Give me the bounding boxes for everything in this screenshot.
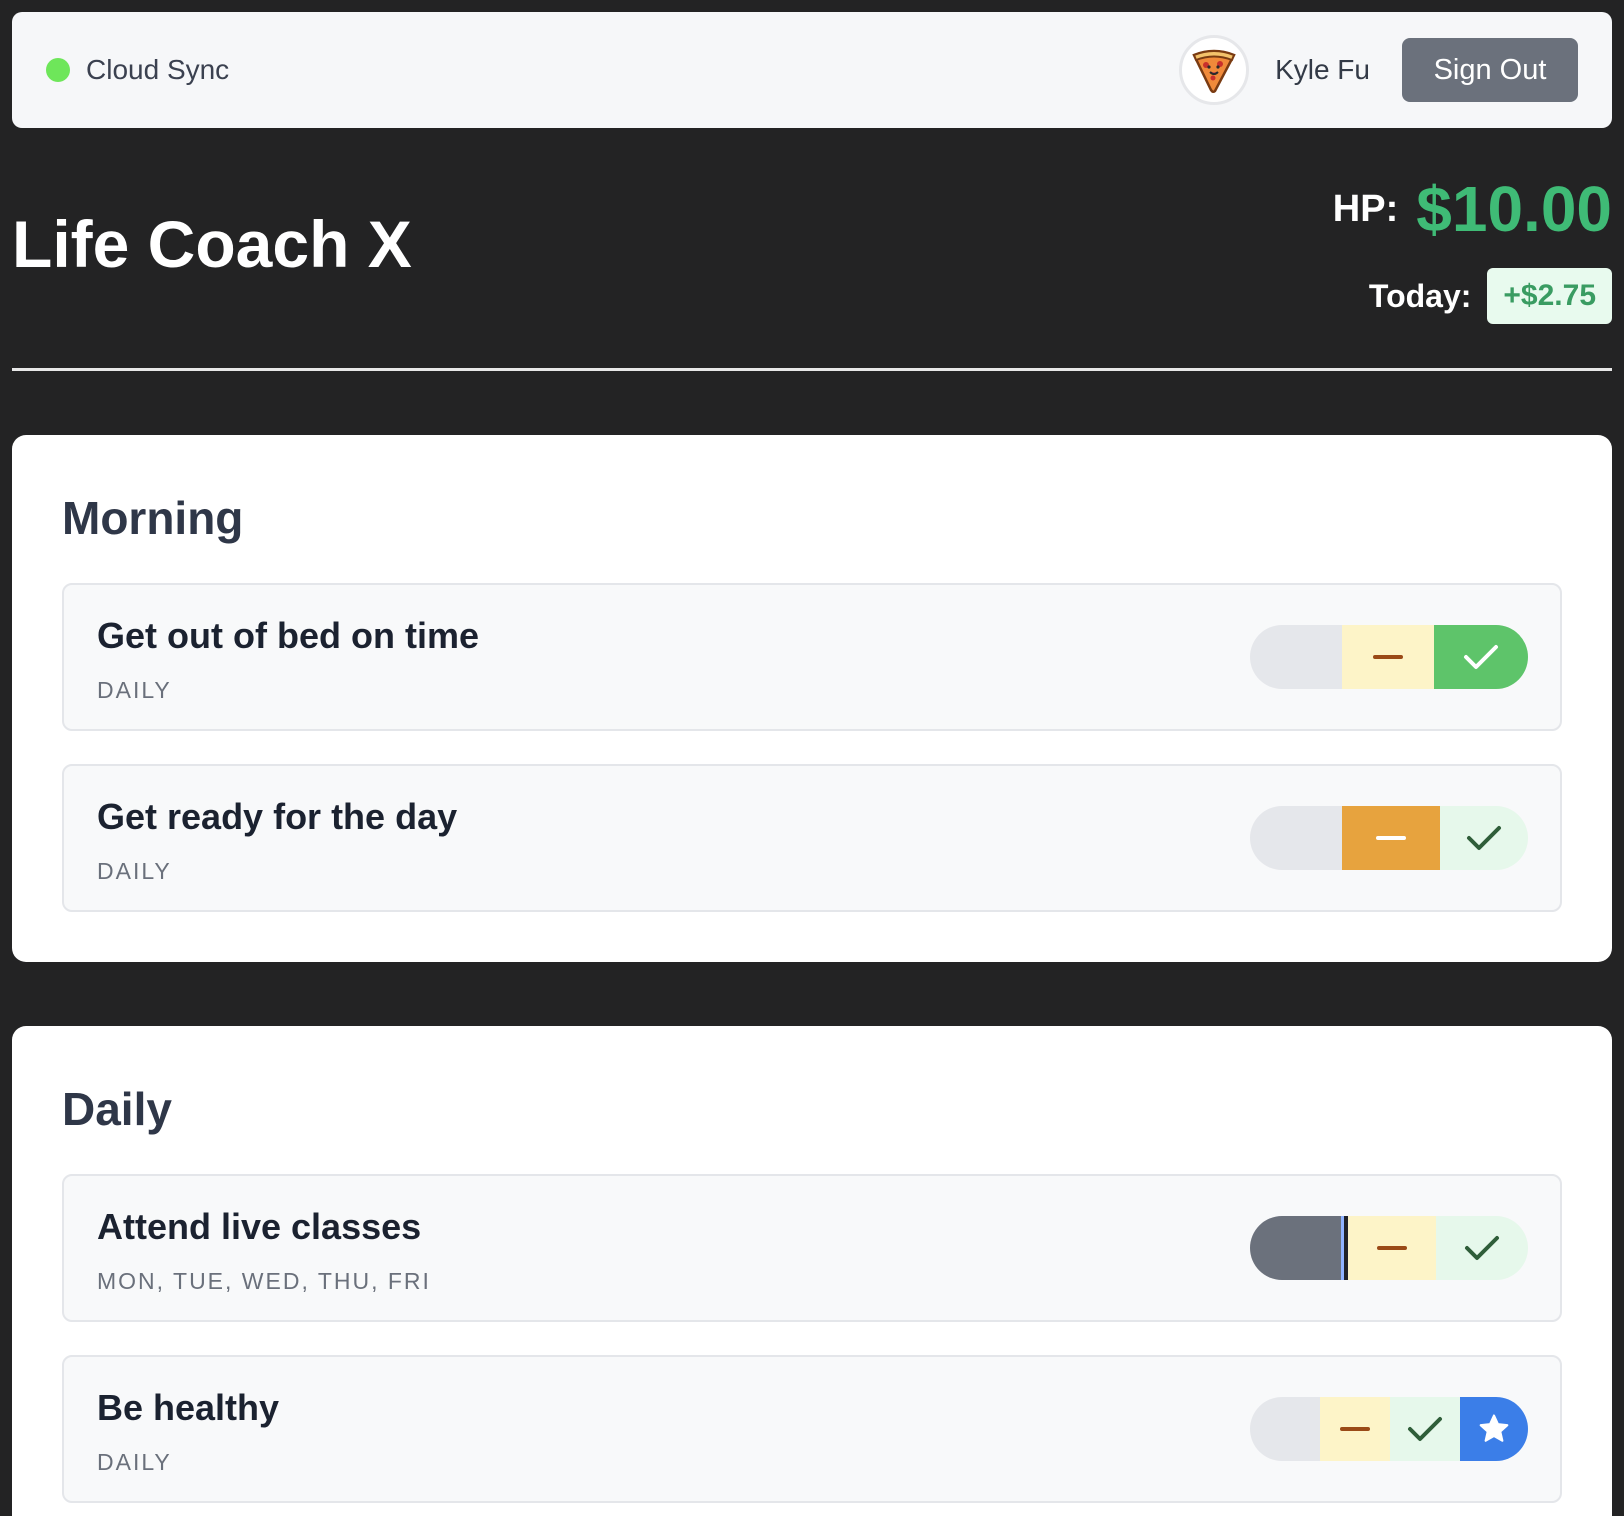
- cloud-sync-status: Cloud Sync: [46, 54, 229, 86]
- minus-icon: [1376, 836, 1406, 840]
- habit-status-control: [1250, 1397, 1528, 1461]
- header: Life Coach X HP: $10.00 Today: +$2.75: [12, 128, 1612, 368]
- minus-icon: [1340, 1427, 1370, 1431]
- habit-name: Get out of bed on time: [97, 615, 479, 656]
- sync-label: Cloud Sync: [86, 54, 230, 85]
- habit-name: Attend live classes: [97, 1206, 422, 1247]
- habit-frequency: MON, TUE, WED, THU, FRI: [97, 1268, 431, 1294]
- check-icon: [1467, 826, 1501, 850]
- top-bar: Cloud Sync Kyle Fu Sign Out: [12, 12, 1612, 128]
- avatar[interactable]: [1179, 35, 1250, 105]
- habit-card: Attend live classes MON, TUE, WED, THU, …: [62, 1174, 1562, 1322]
- page: Cloud Sync Kyle Fu Sign Out Life Coach X…: [0, 0, 1624, 1516]
- hp-display: HP: $10.00: [1333, 172, 1612, 246]
- habit-status-control: [1250, 806, 1528, 870]
- check-icon: [1465, 1236, 1499, 1260]
- check-icon: [1464, 645, 1498, 669]
- star-icon: [1479, 1414, 1509, 1442]
- habit-name: Be healthy: [97, 1387, 280, 1428]
- done-button[interactable]: [1440, 806, 1528, 870]
- skip-button[interactable]: [1250, 625, 1342, 689]
- partial-button[interactable]: [1348, 1216, 1436, 1280]
- partial-button[interactable]: [1342, 806, 1440, 870]
- section-morning: Morning Get out of bed on time DAILY Get…: [12, 435, 1612, 962]
- hp-label: HP:: [1332, 187, 1399, 230]
- habit-frequency: DAILY: [97, 1449, 172, 1475]
- user-name: Kyle Fu: [1275, 54, 1370, 85]
- section-daily: Daily Attend live classes MON, TUE, WED,…: [12, 1026, 1612, 1516]
- done-button[interactable]: [1390, 1397, 1460, 1461]
- star-button[interactable]: [1460, 1397, 1528, 1461]
- sign-out-button[interactable]: Sign Out: [1402, 38, 1578, 102]
- habit-card: Get out of bed on time DAILY: [62, 583, 1562, 731]
- check-icon: [1408, 1417, 1442, 1441]
- skip-button[interactable]: [1250, 1216, 1348, 1280]
- sync-status-dot-icon: [46, 58, 70, 82]
- today-label: Today:: [1368, 277, 1472, 314]
- habit-card: Get ready for the day DAILY: [62, 764, 1562, 912]
- today-display: Today: +$2.75: [1369, 268, 1612, 324]
- habit-card: Be healthy DAILY: [62, 1355, 1562, 1503]
- header-divider: [12, 368, 1612, 371]
- partial-button[interactable]: [1342, 625, 1434, 689]
- minus-icon: [1373, 655, 1403, 659]
- today-value-badge: +$2.75: [1487, 268, 1612, 324]
- habit-status-control: [1250, 625, 1528, 689]
- hp-value: $10.00: [1416, 173, 1612, 245]
- partial-button[interactable]: [1320, 1397, 1390, 1461]
- pizza-icon: [1192, 49, 1236, 94]
- skip-button[interactable]: [1250, 806, 1342, 870]
- done-button[interactable]: [1434, 625, 1528, 689]
- app-title: Life Coach X: [12, 207, 412, 281]
- habit-name: Get ready for the day: [97, 796, 458, 837]
- habit-frequency: DAILY: [97, 677, 172, 703]
- habit-status-control: [1250, 1216, 1528, 1280]
- user-area: Kyle Fu Sign Out: [1179, 35, 1578, 105]
- minus-icon: [1377, 1246, 1407, 1250]
- section-title: Daily: [62, 1083, 172, 1135]
- done-button[interactable]: [1436, 1216, 1528, 1280]
- skip-button[interactable]: [1250, 1397, 1320, 1461]
- section-title: Morning: [62, 492, 244, 544]
- habit-frequency: DAILY: [97, 858, 172, 884]
